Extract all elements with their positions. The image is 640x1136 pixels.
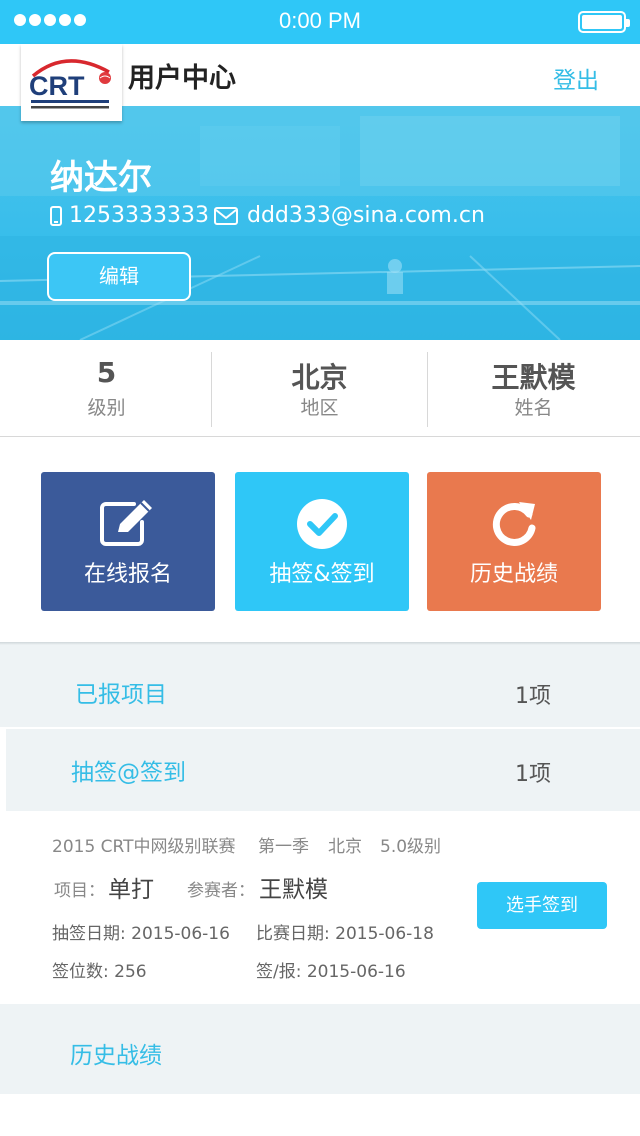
stat-value: 王默模 (491, 361, 576, 394)
row-label: 历史战绩 (70, 1043, 162, 1069)
divider (211, 352, 212, 427)
user-name: 纳达尔 (50, 158, 152, 198)
battery-icon (578, 11, 630, 33)
refresh-icon (492, 502, 536, 546)
check-circle-icon (297, 499, 347, 549)
user-phone: 1253333333 (69, 203, 209, 228)
stat-value: 5 (96, 356, 117, 389)
draw-checkin-tile[interactable]: 抽签&签到 (235, 472, 409, 611)
page-title: 用户中心 (128, 63, 236, 94)
status-bar: 0:00 PM (0, 0, 640, 44)
player-value: 王默模 (259, 877, 328, 903)
mail-icon (214, 207, 238, 225)
online-registration-tile[interactable]: 在线报名 (41, 472, 215, 611)
stats-bar: 5 级别 北京 地区 王默模 姓名 (0, 340, 640, 437)
tile-label: 抽签&签到 (269, 562, 375, 587)
match-date: 比赛日期: 2015-06-18 (256, 924, 434, 944)
draw-checkin-row[interactable]: 抽签@签到 1项 (6, 729, 640, 811)
slot-count: 签位数: 256 (52, 962, 147, 982)
stat-label: 姓名 (514, 397, 553, 419)
stat-value: 北京 (291, 361, 348, 394)
stat-label: 级别 (87, 397, 126, 419)
tile-label: 历史战绩 (469, 562, 558, 587)
item-label: 项目： (54, 881, 105, 901)
stat-label: 地区 (300, 397, 339, 419)
status-time: 0:00 PM (279, 8, 361, 33)
edit-profile-button[interactable]: 编辑 (47, 252, 191, 301)
row-label: 抽签@签到 (71, 760, 186, 786)
edit-icon (100, 500, 152, 546)
logout-button[interactable]: 登出 (553, 61, 599, 95)
svg-text:CRT: CRT (29, 71, 85, 101)
event-city: 北京 (328, 837, 362, 857)
history-record-tile[interactable]: 历史战绩 (427, 472, 601, 611)
event-title: 2015 CRT中网级别联赛 (52, 837, 236, 857)
row-label: 已报项目 (75, 682, 167, 708)
divider (427, 352, 428, 427)
player-label: 参赛者： (187, 881, 255, 901)
player-checkin-button[interactable]: 选手签到 (477, 882, 607, 929)
event-level: 5.0级别 (380, 837, 442, 857)
item-value: 单打 (108, 877, 154, 903)
draw-date: 抽签日期: 2015-06-16 (52, 924, 230, 944)
row-count: 1项 (515, 684, 551, 709)
tile-label: 在线报名 (83, 562, 172, 587)
phone-icon (50, 206, 62, 226)
registered-items-row[interactable]: 已报项目 1项 (0, 645, 640, 727)
user-email: ddd333@sina.com.cn (247, 203, 485, 228)
stat-name: 王默模 姓名 (427, 340, 640, 437)
row-count: 1项 (515, 762, 551, 787)
crt-logo: CRT (21, 44, 122, 121)
event-season: 第一季 (258, 837, 309, 857)
stat-region: 北京 地区 (213, 340, 426, 437)
history-row[interactable]: 历史战绩 (0, 1004, 640, 1094)
stat-level: 5 级别 (0, 340, 213, 437)
sign-report-date: 签/报: 2015-06-16 (256, 962, 406, 982)
